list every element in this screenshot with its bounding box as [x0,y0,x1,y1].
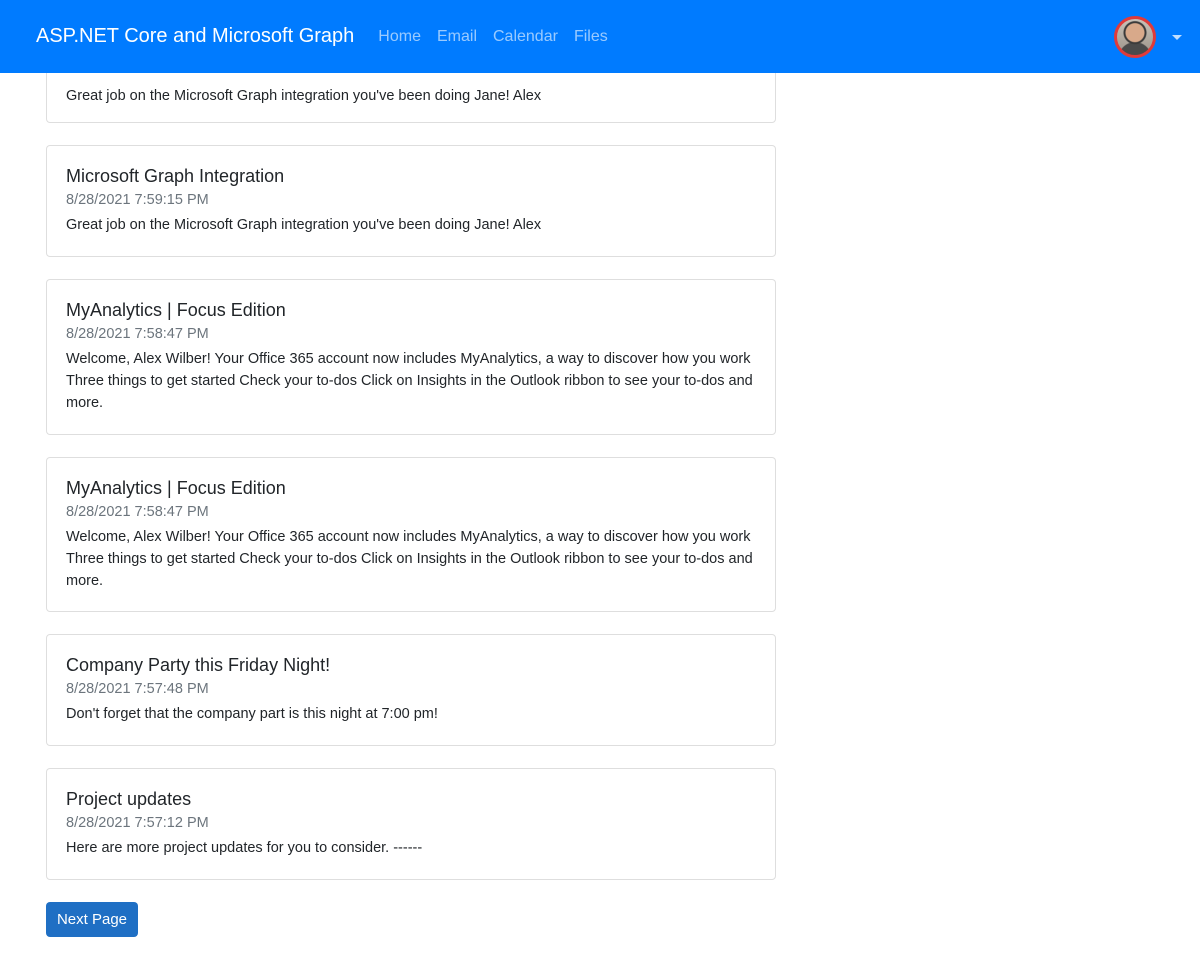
chevron-down-icon[interactable] [1172,34,1182,40]
nav-link-calendar[interactable]: Calendar [493,28,558,46]
message-date: 8/28/2021 7:57:48 PM [66,681,209,697]
message-date: 8/28/2021 7:59:15 PM [66,192,209,208]
message-preview: Welcome, Alex Wilber! Your Office 365 ac… [66,351,753,411]
message-card: MyAnalytics | Focus Edition 8/28/2021 7:… [46,457,776,612]
message-card: Company Party this Friday Night! 8/28/20… [46,634,776,746]
message-preview: Great job on the Microsoft Graph integra… [66,217,542,233]
message-preview: Great job on the Microsoft Graph integra… [66,88,542,104]
message-card: MyAnalytics | Focus Edition 8/28/2021 7:… [46,279,776,435]
user-avatar[interactable] [1114,16,1156,58]
message-subject: MyAnalytics | Focus Edition [66,478,286,498]
message-subject: Microsoft Graph Integration [66,166,285,186]
message-card: Microsoft Graph Integration 8/28/2021 7:… [46,145,776,257]
app-brand[interactable]: ASP.NET Core and Microsoft Graph [36,25,354,48]
nav-link-files[interactable]: Files [574,28,608,46]
message-preview: Here are more project updates for you to… [66,840,423,856]
message-preview: Don't forget that the company part is th… [66,706,438,722]
user-menu[interactable] [1114,16,1182,58]
top-navbar: ASP.NET Core and Microsoft Graph Home Em… [0,0,1200,73]
nav-link-home[interactable]: Home [378,28,421,46]
message-subject: MyAnalytics | Focus Edition [66,300,286,320]
message-preview: Welcome, Alex Wilber! Your Office 365 ac… [66,529,753,589]
next-page-button[interactable]: Next Page [46,902,138,937]
message-date: 8/28/2021 7:58:47 PM [66,326,209,342]
message-subject: Company Party this Friday Night! [66,655,331,675]
message-date: 8/28/2021 7:58:47 PM [66,504,209,520]
nav-links: Home Email Calendar Files [370,28,615,46]
nav-link-email[interactable]: Email [437,28,477,46]
message-card: Project updates 8/28/2021 7:57:12 PM Her… [46,768,776,880]
message-date: 8/28/2021 7:57:12 PM [66,815,209,831]
message-subject: Project updates [66,789,192,809]
